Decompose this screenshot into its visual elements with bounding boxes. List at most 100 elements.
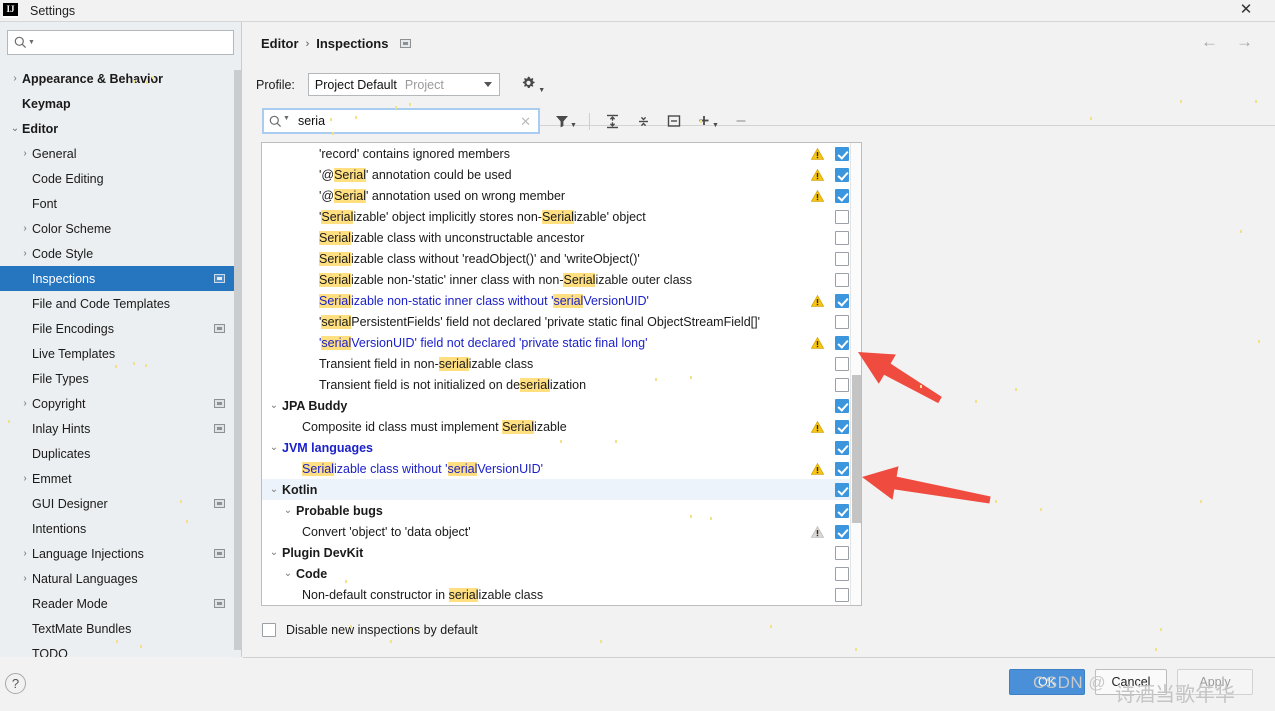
inspection-enabled-checkbox[interactable]	[835, 293, 849, 308]
sidebar-search-box[interactable]: ▼	[7, 30, 234, 55]
sidebar-item-reader-mode[interactable]: Reader Mode	[0, 591, 241, 616]
inspection-group-row[interactable]: ⌄ JPA Buddy	[262, 395, 861, 416]
sidebar-item-language-injections[interactable]: › Language Injections	[0, 541, 241, 566]
chevron-down-icon[interactable]: ⌄	[268, 442, 280, 453]
inspection-row[interactable]: Non-default constructor in serializable …	[262, 584, 861, 605]
inspection-enabled-checkbox[interactable]	[835, 188, 849, 203]
group-by-icon[interactable]	[666, 113, 682, 129]
breadcrumb-item-editor[interactable]: Editor	[261, 36, 299, 51]
sidebar-scrollbar-thumb[interactable]	[234, 70, 241, 650]
sidebar-item-natural-languages[interactable]: › Natural Languages	[0, 566, 241, 591]
expand-all-icon[interactable]	[604, 113, 621, 130]
sidebar-item-font[interactable]: Font	[0, 191, 241, 216]
disable-new-inspections-row[interactable]: Disable new inspections by default	[262, 623, 478, 637]
inspection-enabled-checkbox[interactable]	[835, 272, 849, 287]
chevron-right-icon[interactable]: ›	[8, 73, 22, 84]
chevron-down-icon[interactable]: ⌄	[282, 505, 294, 516]
sidebar-item-editor[interactable]: ⌄ Editor	[0, 116, 241, 141]
sidebar-item-live-templates[interactable]: Live Templates	[0, 341, 241, 366]
sidebar-item-general[interactable]: › General	[0, 141, 241, 166]
help-button[interactable]: ?	[5, 673, 26, 694]
chevron-right-icon[interactable]: ›	[18, 548, 32, 559]
clear-icon[interactable]: ✕	[520, 115, 531, 128]
sidebar-item-inspections[interactable]: Inspections	[0, 266, 241, 291]
sidebar-item-duplicates[interactable]: Duplicates	[0, 441, 241, 466]
chevron-down-icon[interactable]: ⌄	[268, 547, 280, 558]
filter-icon[interactable]: ▼	[554, 113, 577, 129]
arrow-right-icon[interactable]: →	[1236, 33, 1253, 50]
inspection-enabled-checkbox[interactable]	[835, 440, 849, 455]
sidebar-item-emmet[interactable]: › Emmet	[0, 466, 241, 491]
chevron-down-icon[interactable]: ⌄	[268, 484, 280, 495]
inspection-group-row[interactable]: ⌄ Code	[262, 563, 861, 584]
breadcrumb-item-inspections[interactable]: Inspections	[316, 36, 388, 51]
inspection-enabled-checkbox[interactable]	[835, 566, 849, 581]
chevron-down-icon[interactable]: ⌄	[282, 568, 294, 579]
inspection-row[interactable]: Convert 'object' to 'data object'	[262, 521, 861, 542]
sidebar-scrollbar[interactable]	[234, 70, 241, 658]
inspection-enabled-checkbox[interactable]	[835, 314, 849, 329]
inspection-row[interactable]: 'serialPersistentFields' field not decla…	[262, 311, 861, 332]
sidebar-item-copyright[interactable]: › Copyright	[0, 391, 241, 416]
sidebar-item-inlay-hints[interactable]: Inlay Hints	[0, 416, 241, 441]
list-scrollbar[interactable]	[850, 143, 861, 605]
inspection-row[interactable]: 'Serializable' object implicitly stores …	[262, 206, 861, 227]
inspection-row[interactable]: 'serialVersionUID' field not declared 'p…	[262, 332, 861, 353]
chevron-right-icon[interactable]: ›	[18, 473, 32, 484]
inspection-row[interactable]: Serializable non-'static' inner class wi…	[262, 269, 861, 290]
chevron-right-icon[interactable]: ›	[18, 248, 32, 259]
inspection-row[interactable]: 'record' contains ignored members	[262, 143, 861, 164]
inspection-enabled-checkbox[interactable]	[835, 356, 849, 371]
chevron-right-icon[interactable]: ›	[18, 398, 32, 409]
inspection-enabled-checkbox[interactable]	[835, 167, 849, 182]
inspection-enabled-checkbox[interactable]	[835, 251, 849, 266]
collapse-all-icon[interactable]	[635, 113, 652, 130]
inspection-enabled-checkbox[interactable]	[835, 587, 849, 602]
inspection-enabled-checkbox[interactable]	[835, 377, 849, 392]
list-scrollbar-thumb[interactable]	[852, 375, 861, 523]
inspection-enabled-checkbox[interactable]	[835, 482, 849, 497]
inspection-group-row[interactable]: ⌄ Plugin DevKit	[262, 542, 861, 563]
search-input[interactable]	[34, 34, 233, 51]
sidebar-item-gui-designer[interactable]: GUI Designer	[0, 491, 241, 516]
inspection-enabled-checkbox[interactable]	[835, 209, 849, 224]
inspection-row[interactable]: Serializable non-static inner class with…	[262, 290, 861, 311]
inspection-enabled-checkbox[interactable]	[835, 230, 849, 245]
chevron-right-icon[interactable]: ›	[18, 573, 32, 584]
profile-select[interactable]: Project Default Project	[307, 73, 500, 96]
inspection-enabled-checkbox[interactable]	[835, 419, 849, 434]
inspection-row[interactable]: Serializable class without 'readObject()…	[262, 248, 861, 269]
disable-new-inspections-checkbox[interactable]	[262, 623, 276, 637]
chevron-down-icon[interactable]: ⌄	[268, 400, 280, 411]
inspection-row[interactable]: Serializable class without 'serialVersio…	[262, 458, 861, 479]
chevron-right-icon[interactable]: ›	[18, 223, 32, 234]
inspection-row[interactable]: '@Serial' annotation used on wrong membe…	[262, 185, 861, 206]
inspection-enabled-checkbox[interactable]	[835, 503, 849, 518]
sidebar-item-keymap[interactable]: Keymap	[0, 91, 241, 116]
close-icon[interactable]: ✕	[1237, 1, 1255, 19]
gear-icon[interactable]: ▼	[520, 75, 545, 95]
inspection-row[interactable]: Transient field is not initialized on de…	[262, 374, 861, 395]
arrow-left-icon[interactable]: ←	[1201, 33, 1218, 50]
inspection-row[interactable]: Composite id class must implement Serial…	[262, 416, 861, 437]
sidebar-item-intentions[interactable]: Intentions	[0, 516, 241, 541]
sidebar-item-code-style[interactable]: › Code Style	[0, 241, 241, 266]
inspection-enabled-checkbox[interactable]	[835, 461, 849, 476]
inspection-enabled-checkbox[interactable]	[835, 146, 849, 161]
inspection-group-row[interactable]: ⌄ Probable bugs	[262, 500, 861, 521]
chevron-down-icon[interactable]: ⌄	[8, 123, 22, 134]
inspection-row[interactable]: Serializable class with unconstructable …	[262, 227, 861, 248]
sidebar-item-file-and-code-templates[interactable]: File and Code Templates	[0, 291, 241, 316]
sidebar-item-code-editing[interactable]: Code Editing	[0, 166, 241, 191]
inspection-enabled-checkbox[interactable]	[835, 335, 849, 350]
inspection-row[interactable]: '@Serial' annotation could be used	[262, 164, 861, 185]
sidebar-item-appearance-behavior[interactable]: › Appearance & Behavior	[0, 66, 241, 91]
inspection-list[interactable]: 'record' contains ignored members '@Seria…	[261, 142, 862, 606]
chevron-right-icon[interactable]: ›	[18, 148, 32, 159]
sidebar-item-textmate-bundles[interactable]: TextMate Bundles	[0, 616, 241, 641]
inspection-search-box[interactable]: ▼ seria ✕	[262, 108, 540, 134]
sidebar-item-file-encodings[interactable]: File Encodings	[0, 316, 241, 341]
remove-icon[interactable]	[733, 113, 749, 129]
inspection-group-row[interactable]: ⌄ Kotlin	[262, 479, 861, 500]
sidebar-item-todo[interactable]: TODO	[0, 641, 241, 658]
